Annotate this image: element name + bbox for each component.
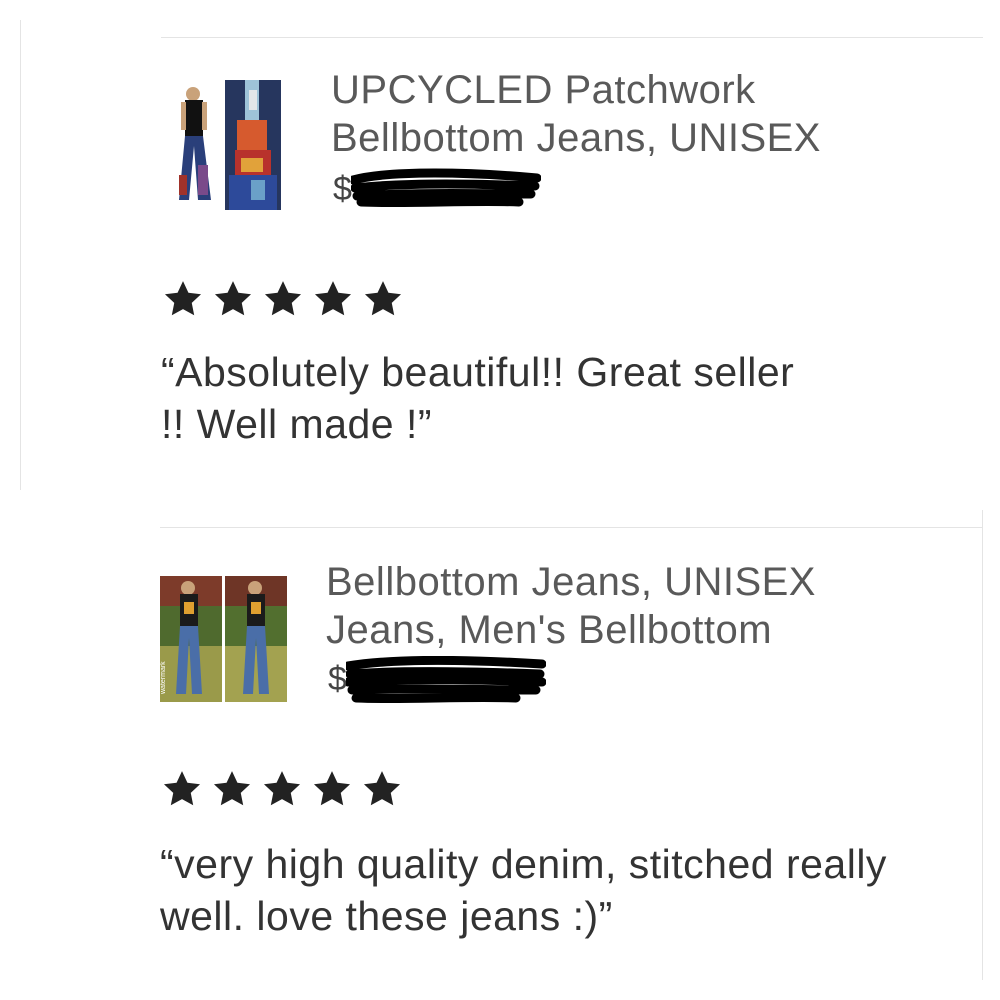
star-icon — [263, 771, 301, 806]
divider — [160, 527, 982, 528]
product-photo-front[interactable]: watermark — [160, 576, 222, 702]
price-redacted: $ — [333, 168, 541, 209]
divider — [161, 37, 983, 38]
star-icon — [363, 771, 401, 806]
redaction-scribble — [351, 168, 541, 208]
product-title[interactable]: UPCYCLED Patchwork Bellbottom Jeans, UNI… — [331, 66, 821, 162]
product-thumbnails[interactable]: watermark — [160, 576, 287, 702]
price-currency: $ — [328, 660, 347, 698]
star-icon — [213, 771, 251, 806]
redaction-scribble — [346, 656, 546, 704]
review-card-2: watermark Bellbottom Jeans, UNISEX Jeans… — [20, 510, 983, 980]
star-icon — [314, 281, 352, 316]
review-text: “Absolutely beautiful!! Great seller !! … — [161, 349, 795, 447]
svg-text:watermark: watermark — [160, 661, 167, 695]
star-icon — [264, 281, 302, 316]
product-thumbnails[interactable] — [171, 80, 281, 210]
review-card-1: UPCYCLED Patchwork Bellbottom Jeans, UNI… — [20, 20, 983, 490]
star-icon — [364, 281, 402, 316]
review-text: “very high quality denim, stitched reall… — [160, 841, 887, 939]
product-photo-detail[interactable] — [225, 80, 281, 210]
star-icon — [214, 281, 252, 316]
star-icon — [163, 771, 201, 806]
price-currency: $ — [333, 170, 352, 208]
star-icon — [313, 771, 351, 806]
star-icon — [164, 281, 202, 316]
price-redacted: $ — [328, 656, 546, 704]
star-rating — [160, 768, 404, 810]
product-title[interactable]: Bellbottom Jeans, UNISEX Jeans, Men's Be… — [326, 558, 816, 654]
product-photo-side[interactable] — [225, 576, 287, 702]
product-photo-model[interactable] — [171, 80, 221, 210]
star-rating — [161, 278, 405, 320]
